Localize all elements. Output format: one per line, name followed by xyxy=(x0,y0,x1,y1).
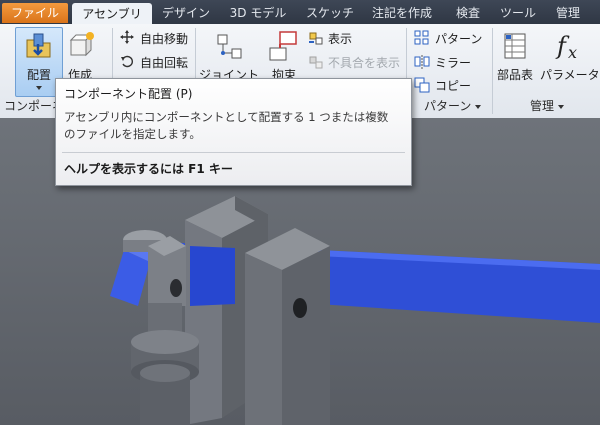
panel-divider xyxy=(492,28,493,114)
tab-tools[interactable]: ツール xyxy=(492,2,544,24)
place-component-icon xyxy=(26,33,51,58)
tab-manage[interactable]: 管理 xyxy=(546,2,590,24)
tab-assembly[interactable]: アセンブリ xyxy=(72,3,152,24)
free-rotate-icon xyxy=(121,55,133,68)
place-label: 配置 xyxy=(27,68,52,82)
place-component-tooltip: コンポーネント配置 (P) アセンブリ内にコンポーネントとして配置する 1 つま… xyxy=(55,78,412,186)
tab-annotate[interactable]: 注記を作成 xyxy=(364,2,440,24)
create-component-icon[interactable] xyxy=(68,31,96,59)
svg-text:x: x xyxy=(568,43,577,62)
bom-icon xyxy=(504,33,526,59)
joint-icon xyxy=(217,34,242,59)
copy-icon xyxy=(414,77,430,93)
tooltip-divider xyxy=(62,152,405,153)
pattern-panel-title[interactable]: パターン xyxy=(424,97,482,115)
mirror-icon xyxy=(414,55,430,69)
pattern-panel-dropdown-icon xyxy=(475,104,482,109)
tab-inspect[interactable]: 検査 xyxy=(448,2,488,24)
parameters-button[interactable]: パラメータ xyxy=(540,66,600,83)
constrain-icon xyxy=(269,31,297,61)
show-sick-icon xyxy=(309,56,323,69)
bom-button[interactable]: 部品表 xyxy=(497,66,533,83)
pattern-panel-label: パターン xyxy=(424,99,472,113)
manage-panel-dropdown-icon xyxy=(558,104,565,109)
place-dropdown-icon xyxy=(36,86,42,90)
tab-file[interactable]: ファイル xyxy=(2,3,68,23)
tooltip-description-line-2: のファイルを指定します。 xyxy=(64,127,201,141)
pattern-button[interactable]: パターン xyxy=(435,30,482,47)
manage-panel-title[interactable]: 管理 xyxy=(530,97,565,115)
show-constraints-icon xyxy=(309,32,323,45)
show-button[interactable]: 表示 xyxy=(328,30,352,47)
inventor-window: ファイル アセンブリ デザイン 3D モデル スケッチ 注記を作成 検査 ツール… xyxy=(0,0,600,425)
free-move-icon xyxy=(120,30,134,44)
parameters-fx-icon: f x xyxy=(555,32,577,62)
tooltip-description-line-1: アセンブリ内にコンポーネントとして配置する 1 つまたは複数 xyxy=(64,110,389,124)
manage-panel-label: 管理 xyxy=(530,99,555,113)
tooltip-help-hint: ヘルプを表示するには F1 キー xyxy=(64,162,233,176)
pattern-icon xyxy=(414,30,429,45)
tooltip-title: コンポーネント配置 (P) xyxy=(64,87,193,101)
show-sick-button[interactable]: 不具合を表示 xyxy=(328,54,400,71)
tooltip-description: アセンブリ内にコンポーネントとして配置する 1 つまたは複数 のファイルを指定し… xyxy=(64,109,404,143)
tab-sketch[interactable]: スケッチ xyxy=(298,2,362,24)
tab-3d-model[interactable]: 3D モデル xyxy=(222,2,294,24)
free-rotate-button[interactable]: 自由回転 xyxy=(140,54,188,71)
tab-design[interactable]: デザイン xyxy=(156,2,216,24)
mirror-button[interactable]: ミラー xyxy=(435,54,471,71)
copy-button[interactable]: コピー xyxy=(435,77,471,94)
free-move-button[interactable]: 自由移動 xyxy=(140,30,188,47)
ribbon-tab-bar: ファイル アセンブリ デザイン 3D モデル スケッチ 注記を作成 検査 ツール… xyxy=(0,0,600,24)
